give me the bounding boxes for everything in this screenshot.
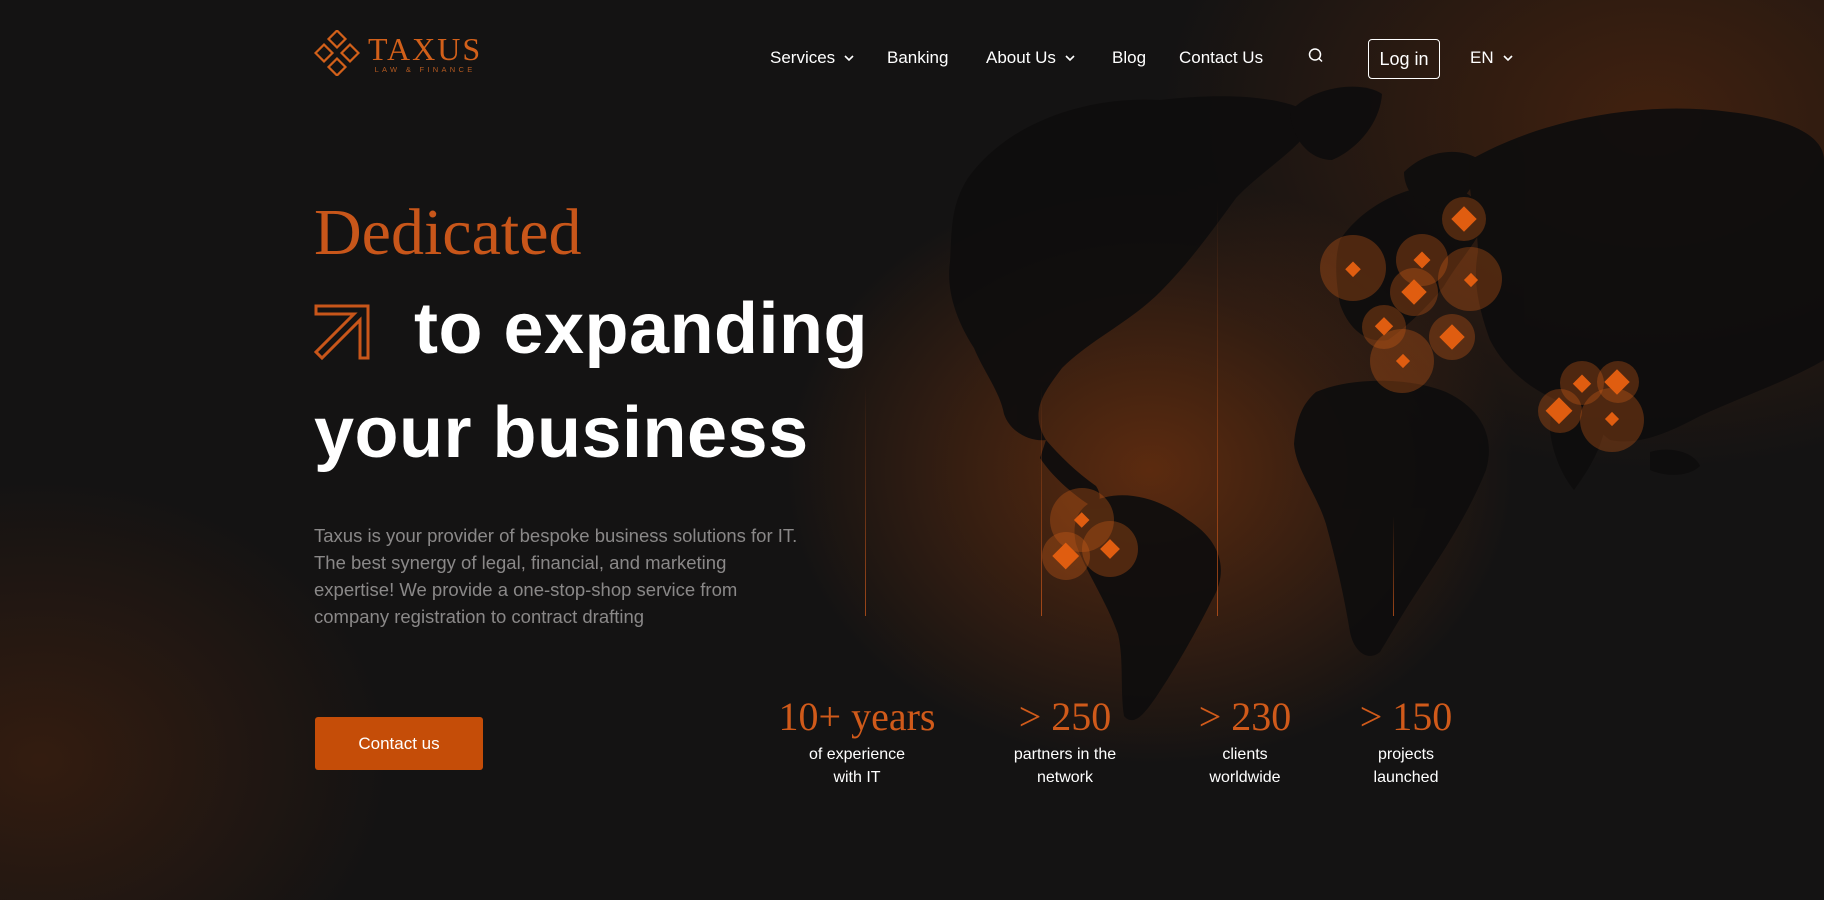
- arrow-up-right-icon: [314, 304, 370, 360]
- decorative-divider: [1217, 200, 1218, 616]
- stat-value: > 230: [1198, 694, 1292, 739]
- nav-item-services[interactable]: Services: [770, 48, 855, 68]
- contact-us-button[interactable]: Contact us: [315, 717, 483, 770]
- stat-label: projects launched: [1351, 743, 1461, 789]
- stat-label: of experience with IT: [776, 743, 938, 789]
- stat-label-line: clients: [1222, 746, 1268, 763]
- decorative-divider: [865, 386, 866, 616]
- main-nav: Services Banking About Us Blog Contact U…: [0, 39, 1824, 79]
- nav-item-about-us[interactable]: About Us: [986, 48, 1076, 68]
- nav-item-blog[interactable]: Blog: [1112, 48, 1146, 68]
- language-label: EN: [1470, 48, 1494, 67]
- chevron-down-icon: [1065, 55, 1075, 62]
- nav-item-label: Contact Us: [1179, 48, 1264, 67]
- stat-label-line: with IT: [833, 769, 881, 786]
- stat-label: clients worldwide: [1184, 743, 1306, 789]
- nav-item-label: Blog: [1112, 48, 1147, 67]
- search-icon[interactable]: [1306, 46, 1326, 66]
- hero-title-line3: your business: [314, 393, 809, 473]
- stat-partners: > 250 partners in the network: [994, 695, 1136, 789]
- chevron-down-icon: [1503, 55, 1513, 62]
- stat-label-line: of experience: [808, 746, 906, 763]
- hero-title-accent: Dedicated: [314, 196, 582, 269]
- stat-clients: > 230 clients worldwide: [1184, 695, 1306, 789]
- nav-item-label: Banking: [887, 48, 949, 67]
- decorative-divider: [1393, 516, 1394, 616]
- chevron-down-icon: [844, 55, 854, 62]
- language-selector[interactable]: EN: [1470, 48, 1514, 68]
- stat-label-line: worldwide: [1209, 769, 1281, 786]
- stat-experience: 10+ years of experience with IT: [776, 695, 938, 789]
- nav-item-contact-us[interactable]: Contact Us: [1179, 48, 1263, 68]
- stat-label: partners in the network: [994, 743, 1136, 789]
- stat-label-line: network: [1036, 769, 1094, 786]
- nav-item-banking[interactable]: Banking: [887, 48, 948, 68]
- login-button[interactable]: Log in: [1368, 39, 1440, 79]
- decorative-divider: [1041, 386, 1042, 616]
- nav-item-label: Services: [770, 48, 836, 67]
- stat-value: > 250: [1018, 694, 1112, 739]
- hero-description: Taxus is your provider of bespoke busine…: [314, 525, 798, 627]
- stat-value: 10+ years: [778, 694, 936, 739]
- nav-item-label: About Us: [986, 48, 1056, 67]
- stat-label-line: partners in the: [1013, 746, 1117, 763]
- stat-value: > 150: [1359, 694, 1453, 739]
- hero-title-line2: to expanding: [414, 289, 868, 369]
- stat-label-line: launched: [1373, 769, 1439, 786]
- stat-label-line: projects: [1377, 746, 1435, 763]
- stat-projects: > 150 projects launched: [1351, 695, 1461, 789]
